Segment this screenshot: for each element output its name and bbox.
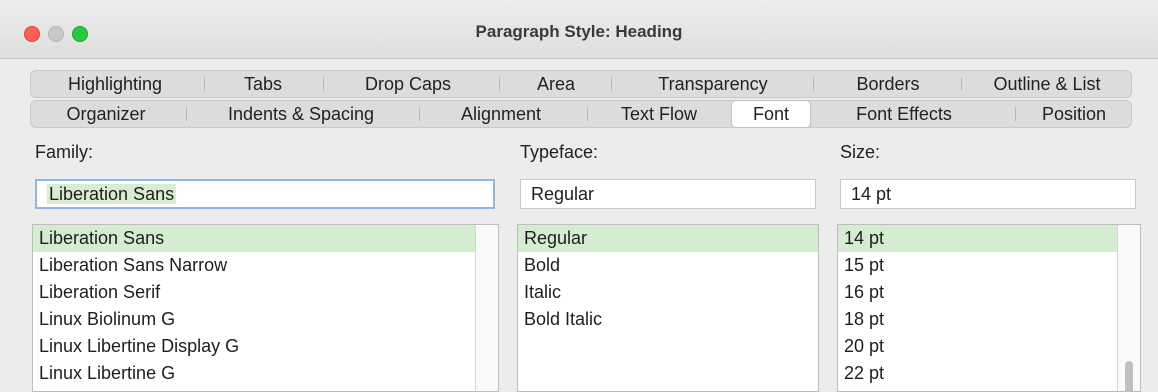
- family-input[interactable]: Liberation Sans: [35, 179, 495, 209]
- family-list[interactable]: Liberation Sans Liberation Sans Narrow L…: [32, 224, 499, 392]
- tab-separator: [611, 77, 612, 91]
- tab-indents-spacing[interactable]: Indents & Spacing: [188, 101, 414, 127]
- tab-highlighting[interactable]: Highlighting: [31, 71, 199, 97]
- family-list-item[interactable]: Liberation Serif: [33, 279, 475, 306]
- size-list-item[interactable]: 20 pt: [838, 333, 1117, 360]
- typeface-input-value: Regular: [531, 184, 595, 204]
- title-bar: Paragraph Style: Heading: [0, 0, 1158, 59]
- tab-area[interactable]: Area: [501, 71, 611, 97]
- tab-separator: [204, 77, 205, 91]
- typeface-list-item[interactable]: Bold: [518, 252, 818, 279]
- tab-alignment[interactable]: Alignment: [421, 101, 581, 127]
- typeface-input[interactable]: Regular: [520, 179, 816, 209]
- size-list-item[interactable]: 15 pt: [838, 252, 1117, 279]
- tab-tabs[interactable]: Tabs: [206, 71, 320, 97]
- tab-separator: [1015, 107, 1016, 121]
- typeface-list-item[interactable]: Italic: [518, 279, 818, 306]
- tab-separator: [419, 107, 420, 121]
- tab-organizer[interactable]: Organizer: [31, 101, 181, 127]
- window-title: Paragraph Style: Heading: [475, 22, 683, 41]
- tab-separator: [813, 77, 814, 91]
- tab-row-1: Highlighting Tabs Drop Caps Area Transpa…: [30, 70, 1132, 98]
- typeface-label: Typeface:: [520, 142, 599, 162]
- size-list-item[interactable]: 22 pt: [838, 360, 1117, 387]
- tab-row-2: Organizer Indents & Spacing Alignment Te…: [30, 100, 1132, 128]
- tab-font[interactable]: Font: [731, 100, 811, 128]
- tab-separator: [587, 107, 588, 121]
- family-list-item[interactable]: Linux Libertine G: [33, 360, 475, 387]
- typeface-list-item[interactable]: Bold Italic: [518, 306, 818, 333]
- size-list-item[interactable]: 18 pt: [838, 306, 1117, 333]
- tab-position[interactable]: Position: [1017, 101, 1131, 127]
- tab-separator: [961, 77, 962, 91]
- tab-borders[interactable]: Borders: [815, 71, 961, 97]
- typeface-list-item[interactable]: Regular: [518, 225, 818, 252]
- tab-separator: [499, 77, 500, 91]
- size-list-scrollbar[interactable]: [1117, 225, 1140, 391]
- family-list-scrollbar[interactable]: [475, 225, 498, 391]
- tab-separator: [186, 107, 187, 121]
- size-list-scroll-thumb[interactable]: [1125, 361, 1133, 391]
- size-input-value: 14 pt: [851, 184, 892, 204]
- size-list[interactable]: 14 pt 15 pt 16 pt 18 pt 20 pt 22 pt: [837, 224, 1141, 392]
- family-list-item[interactable]: Linux Libertine Display G: [33, 333, 475, 360]
- size-label: Size:: [840, 142, 881, 162]
- family-list-item[interactable]: Linux Biolinum G: [33, 306, 475, 333]
- family-list-item[interactable]: Liberation Sans: [33, 225, 475, 252]
- family-label: Family:: [35, 142, 93, 162]
- size-list-item[interactable]: 14 pt: [838, 225, 1117, 252]
- tab-text-flow[interactable]: Text Flow: [589, 101, 729, 127]
- typeface-list[interactable]: Regular Bold Italic Bold Italic: [517, 224, 819, 392]
- tab-outline-list[interactable]: Outline & List: [963, 71, 1131, 97]
- size-list-item[interactable]: 16 pt: [838, 279, 1117, 306]
- family-input-value: Liberation Sans: [47, 184, 177, 204]
- size-input[interactable]: 14 pt: [840, 179, 1136, 209]
- tab-drop-caps[interactable]: Drop Caps: [324, 71, 492, 97]
- tab-font-effects[interactable]: Font Effects: [811, 101, 997, 127]
- tab-transparency[interactable]: Transparency: [613, 71, 813, 97]
- family-list-item[interactable]: Liberation Sans Narrow: [33, 252, 475, 279]
